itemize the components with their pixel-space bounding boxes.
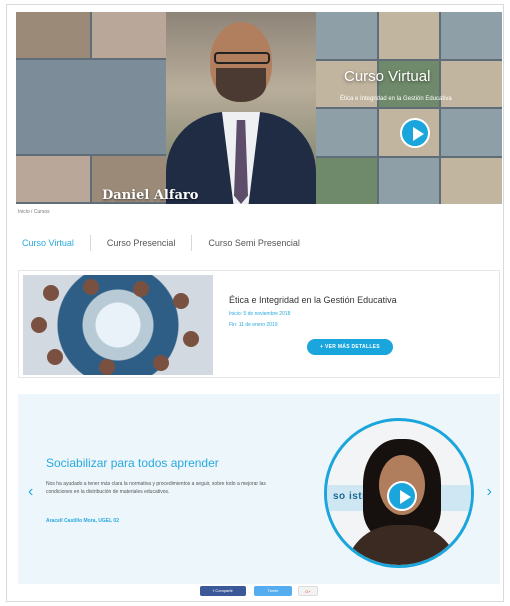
twitter-share-button[interactable]: Tweet <box>254 586 292 596</box>
tab-curso-virtual[interactable]: Curso Virtual <box>18 235 90 251</box>
testimonial-heading: Sociabilizar para todos aprender <box>46 456 219 470</box>
details-button[interactable]: + VER MÁS DETALLES <box>307 339 393 355</box>
chevron-right-icon[interactable]: › <box>487 484 492 500</box>
photo-collage-left <box>16 12 166 204</box>
testimonial-author: Aracell Castillo Mora, UGEL 02 <box>46 518 119 524</box>
course-start-date: Inicio: 5 de noviembre 2018 <box>229 311 291 317</box>
facebook-share-button[interactable]: f Compartir <box>200 586 246 596</box>
hero-speaker-name: Daniel Alfaro <box>102 188 199 203</box>
testimonial-video-thumbnail[interactable]: so istra ucac <box>324 418 474 568</box>
course-card: Ética e Integridad en la Gestión Educati… <box>18 270 500 378</box>
hero-video-banner[interactable]: Curso Virtual Ética e Integridad en la G… <box>16 12 502 204</box>
chevron-left-icon[interactable]: ‹ <box>28 484 33 500</box>
testimonial-play-icon[interactable] <box>387 481 417 511</box>
course-type-tabs: Curso Virtual Curso Presencial Curso Sem… <box>18 234 316 252</box>
testimonial-quote: Nos ha ayudado a tener más clara la norm… <box>46 481 266 495</box>
google-plus-button[interactable]: G+ <box>298 586 318 596</box>
breadcrumb[interactable]: Inicio / Cursos <box>18 209 50 215</box>
tab-curso-presencial[interactable]: Curso Presencial <box>89 235 192 251</box>
hero-play-icon[interactable] <box>400 118 430 148</box>
tab-curso-semi-presencial[interactable]: Curso Semi Presencial <box>191 235 316 251</box>
hero-course-subtitle: Ética e Integridad en la Gestión Educati… <box>340 96 452 102</box>
testimonial-carousel: ‹ Sociabilizar para todos aprender Nos h… <box>18 394 500 584</box>
course-end-date: Fin: 11 de enero 2019 <box>229 322 278 328</box>
photo-collage-right <box>316 12 502 204</box>
hero-course-title: Curso Virtual <box>344 68 431 85</box>
course-card-image <box>23 275 213 375</box>
course-card-title[interactable]: Ética e Integridad en la Gestión Educati… <box>229 295 397 305</box>
minister-portrait <box>162 16 318 204</box>
